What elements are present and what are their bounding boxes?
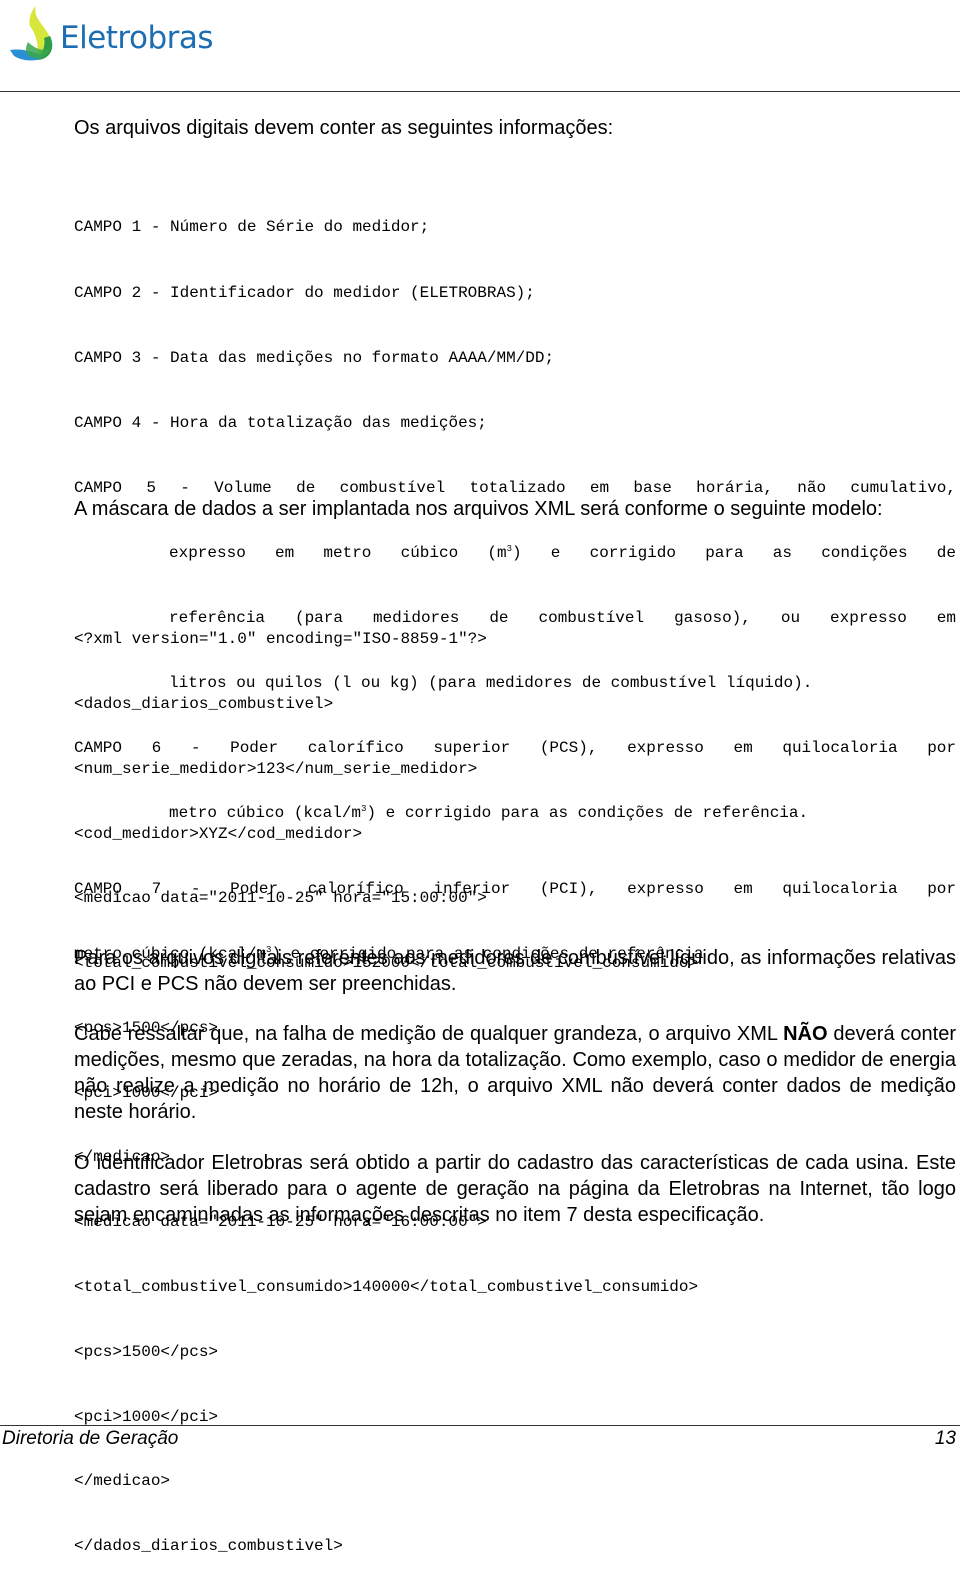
- paragraph-identifier: O identificador Eletrobras será obtido a…: [74, 1152, 956, 1226]
- campo-5-text-b: ) e corrigido para as condições de: [512, 543, 957, 562]
- xml-line: <num_serie_medidor>123</num_serie_medido…: [74, 759, 478, 778]
- page-header: Eletrobras: [0, 0, 960, 95]
- xml-line: </medicao>: [74, 1472, 171, 1491]
- header-divider: [0, 91, 960, 92]
- logo: Eletrobras: [6, 4, 214, 62]
- paragraph-liquid-fuel: Para os arquivos digitais referentes aos…: [74, 947, 956, 995]
- xml-line: <pcs>1500</pcs>: [74, 1342, 219, 1361]
- campo-5-text-a: expresso em metro cúbico (m: [169, 543, 507, 562]
- campo-3: CAMPO 3 - Data das medições no formato A…: [74, 348, 555, 367]
- xml-line: <total_combustivel_consumido>140000</tot…: [74, 1278, 699, 1296]
- campo-1: CAMPO 1 - Número de Série do medidor;: [74, 218, 430, 237]
- xml-line: <cod_medidor>XYZ</cod_medidor>: [74, 824, 363, 843]
- eletrobras-flame-icon: [10, 6, 53, 61]
- paragraph-measurement-failure: Cabe ressaltar que, na falha de medição …: [74, 1021, 956, 1125]
- xml-line: <dados_diarios_combustivel>: [74, 694, 334, 713]
- xml-line: <?xml version="1.0" encoding="ISO-8859-1…: [74, 630, 487, 649]
- campo-4: CAMPO 4 - Hora da totalização das mediçõ…: [74, 413, 487, 432]
- footer-department: Diretoria de Geração: [2, 1428, 179, 1449]
- emphasis-nao: NÃO: [783, 1023, 828, 1045]
- xml-line: </dados_diarios_combustivel>: [74, 1537, 343, 1556]
- mask-intro: A máscara de dados a ser implantada nos …: [74, 498, 883, 520]
- intro-text: Os arquivos digitais devem conter as seg…: [74, 117, 614, 139]
- page-number: 13: [934, 1428, 956, 1449]
- footer-divider: [0, 1425, 960, 1426]
- campo-2: CAMPO 2 - Identificador do medidor (ELET…: [74, 283, 535, 302]
- brand-name: Eletrobras: [60, 20, 214, 56]
- failure-text-before: Cabe ressaltar que, na falha de medição …: [74, 1023, 784, 1045]
- xml-line: <medicao data="2011-10-25" hora="15:00:0…: [74, 889, 487, 908]
- campo-5-line-1: expresso em metro cúbico (m3) e corrigid…: [74, 543, 956, 565]
